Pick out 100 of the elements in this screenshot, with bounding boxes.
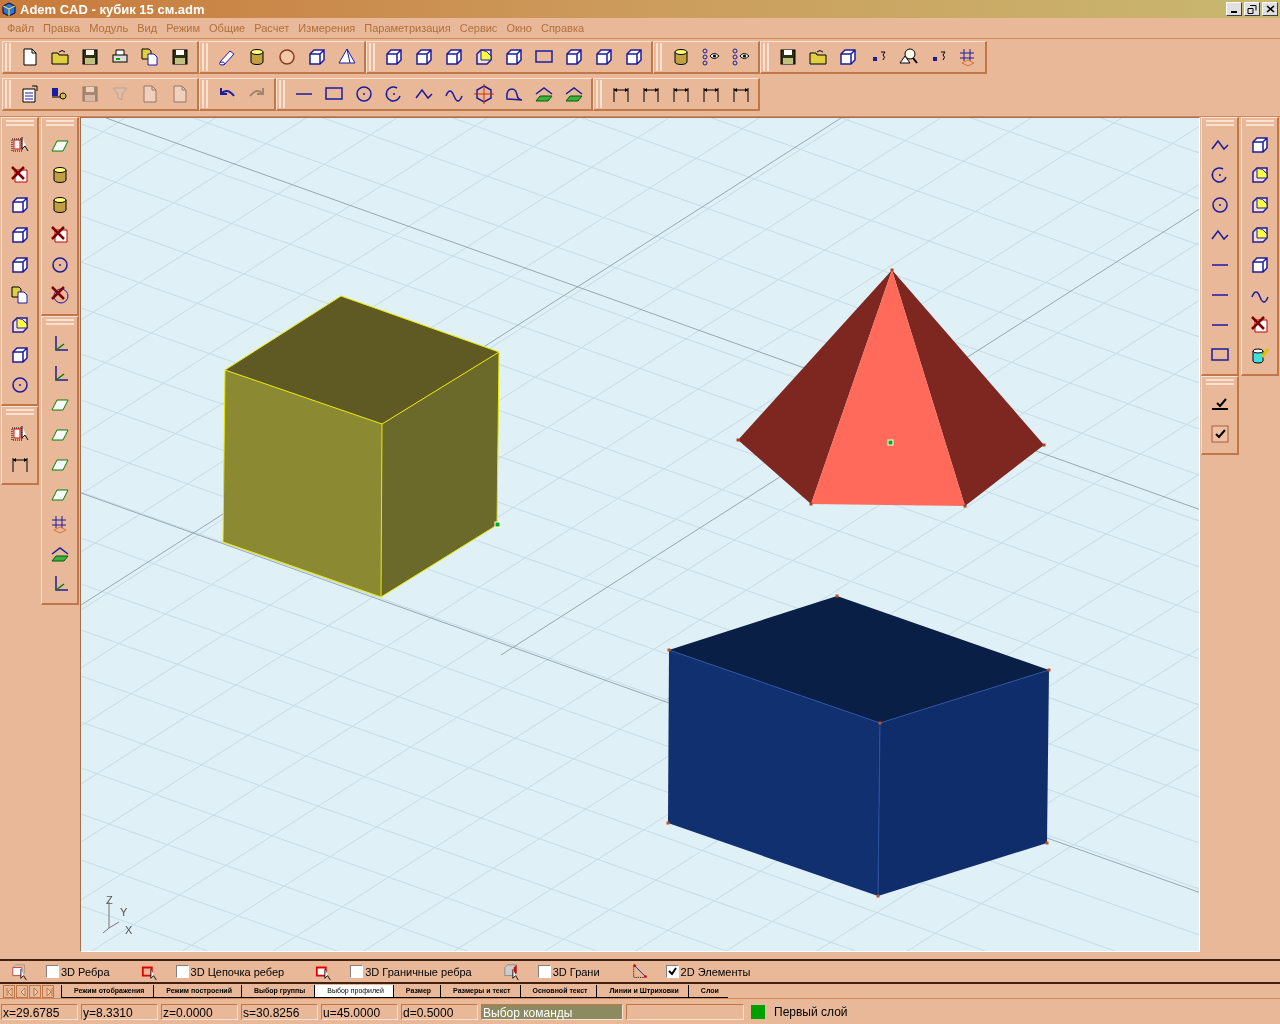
checkbox[interactable] <box>175 965 189 978</box>
toolbar-handle[interactable] <box>1205 379 1234 385</box>
arc-icon[interactable] <box>1209 165 1230 185</box>
folder-icon[interactable] <box>50 47 70 67</box>
menu-item[interactable]: Измерения <box>294 22 361 34</box>
cube-icon[interactable] <box>444 47 464 67</box>
solid-block-icon[interactable] <box>474 47 494 67</box>
paintbrush-icon[interactable] <box>1249 345 1270 365</box>
menu-item[interactable]: Режим <box>162 22 206 34</box>
toolbar-handle[interactable] <box>5 80 11 108</box>
box-drawing[interactable] <box>666 594 1051 898</box>
cube-icon[interactable] <box>9 195 30 215</box>
hexagon-icon[interactable] <box>474 84 494 104</box>
cube-icon[interactable] <box>307 47 327 67</box>
menu-item[interactable]: Файл <box>3 22 40 34</box>
menu-item[interactable]: Правка <box>39 22 86 34</box>
toolbar-handle[interactable] <box>5 43 11 71</box>
restore-button[interactable] <box>1244 2 1260 16</box>
toolbar-handle[interactable] <box>596 80 602 108</box>
cube-icon[interactable] <box>594 47 614 67</box>
solid-block-icon[interactable] <box>1249 225 1270 245</box>
arc-icon[interactable] <box>384 84 404 104</box>
toolbar-handle[interactable] <box>1205 120 1234 126</box>
filter-icon[interactable] <box>10 962 30 981</box>
delete-cube-icon[interactable] <box>1249 315 1270 335</box>
document-icon[interactable] <box>20 47 40 67</box>
cube-icon[interactable] <box>414 47 434 67</box>
sphere-icon[interactable] <box>277 47 297 67</box>
circle-icon[interactable] <box>1209 195 1230 215</box>
toolbar-handle[interactable] <box>202 80 208 108</box>
cube-icon[interactable] <box>384 47 404 67</box>
solid-block-icon[interactable] <box>1249 165 1270 185</box>
minimize-button[interactable] <box>1226 2 1242 16</box>
3d-viewport[interactable]: Z Y X <box>80 117 1200 952</box>
coordinate-field: u=45.0000 <box>321 1004 398 1020</box>
cylinder-icon[interactable] <box>247 47 267 67</box>
solid-block-icon[interactable] <box>1249 195 1270 215</box>
menu-item[interactable]: Параметризация <box>360 22 456 34</box>
menu-item[interactable]: Вид <box>133 22 163 34</box>
menu-item[interactable]: Окно <box>502 22 537 34</box>
hatch-icon[interactable] <box>564 84 584 104</box>
cube-icon[interactable] <box>9 225 30 245</box>
circle-icon[interactable] <box>354 84 374 104</box>
toolbar-handle[interactable] <box>1245 120 1274 126</box>
cube-icon[interactable] <box>564 47 584 67</box>
documents-icon[interactable] <box>9 285 30 305</box>
window-title: Adem CAD - кубик 15 см.adm <box>20 1 205 17</box>
close-button[interactable] <box>1262 2 1278 16</box>
selection-icon[interactable] <box>9 424 30 444</box>
checkbox[interactable] <box>350 965 364 978</box>
delete-cube-icon[interactable] <box>49 225 70 245</box>
eye-icon[interactable] <box>701 47 721 67</box>
menu-item[interactable]: Сервис <box>455 22 503 34</box>
eye-icon[interactable] <box>731 47 751 67</box>
toolbar-handle[interactable] <box>369 43 375 71</box>
selection-icon[interactable] <box>9 135 30 155</box>
delete-circle-icon[interactable] <box>49 285 70 305</box>
circle-icon[interactable] <box>9 375 30 395</box>
cube-icon[interactable] <box>838 47 858 67</box>
form-icon[interactable] <box>20 84 40 104</box>
menu-item[interactable]: Расчет <box>250 22 295 34</box>
circle-icon[interactable] <box>49 255 70 275</box>
cube-icon[interactable] <box>9 255 30 275</box>
app-icon <box>2 2 16 16</box>
checkbox[interactable] <box>665 965 679 978</box>
hatch-icon[interactable] <box>49 544 70 564</box>
toolbar-handle[interactable] <box>45 319 74 325</box>
cylinder-icon[interactable] <box>671 47 691 67</box>
menu-item[interactable]: Модуль <box>85 22 134 34</box>
pyramid-icon[interactable] <box>337 47 357 67</box>
solid-block-icon[interactable] <box>9 315 30 335</box>
hatch-icon[interactable] <box>534 84 554 104</box>
toolbar-handle[interactable] <box>45 120 74 126</box>
filter-icon[interactable] <box>501 962 522 981</box>
toolbar-handle[interactable] <box>763 43 769 71</box>
checkbox[interactable] <box>537 965 551 978</box>
pyramid-drawing[interactable] <box>736 268 1046 508</box>
documents-icon[interactable] <box>140 47 160 67</box>
toolbar-handle[interactable] <box>279 80 285 108</box>
close-icon <box>1265 5 1275 13</box>
coordinate-field: x=29.6785 <box>1 1004 78 1020</box>
menu-item[interactable]: Справка <box>536 22 590 34</box>
magnifier-icon[interactable] <box>898 47 918 67</box>
cube-drawing[interactable] <box>222 295 501 598</box>
checkbox-label: 3D Цепочка ребер <box>190 965 285 978</box>
checkbox-label: 2D Элементы <box>680 965 751 978</box>
folder-icon[interactable] <box>808 47 828 67</box>
cube-icon[interactable] <box>624 47 644 67</box>
toolbar-handle[interactable] <box>202 43 208 71</box>
delete-cube-icon[interactable] <box>9 165 30 185</box>
hatched-check-icon[interactable] <box>1209 424 1230 444</box>
cube-icon[interactable] <box>9 345 30 365</box>
cube-icon[interactable] <box>1249 255 1270 275</box>
toolbar-handle[interactable] <box>5 120 34 126</box>
toolbar-handle[interactable] <box>656 43 662 71</box>
cube-icon[interactable] <box>504 47 524 67</box>
checkbox[interactable] <box>46 965 59 978</box>
cube-icon[interactable] <box>1249 135 1270 155</box>
menu-item[interactable]: Общие <box>205 22 251 34</box>
toolbar-handle[interactable] <box>5 409 34 415</box>
